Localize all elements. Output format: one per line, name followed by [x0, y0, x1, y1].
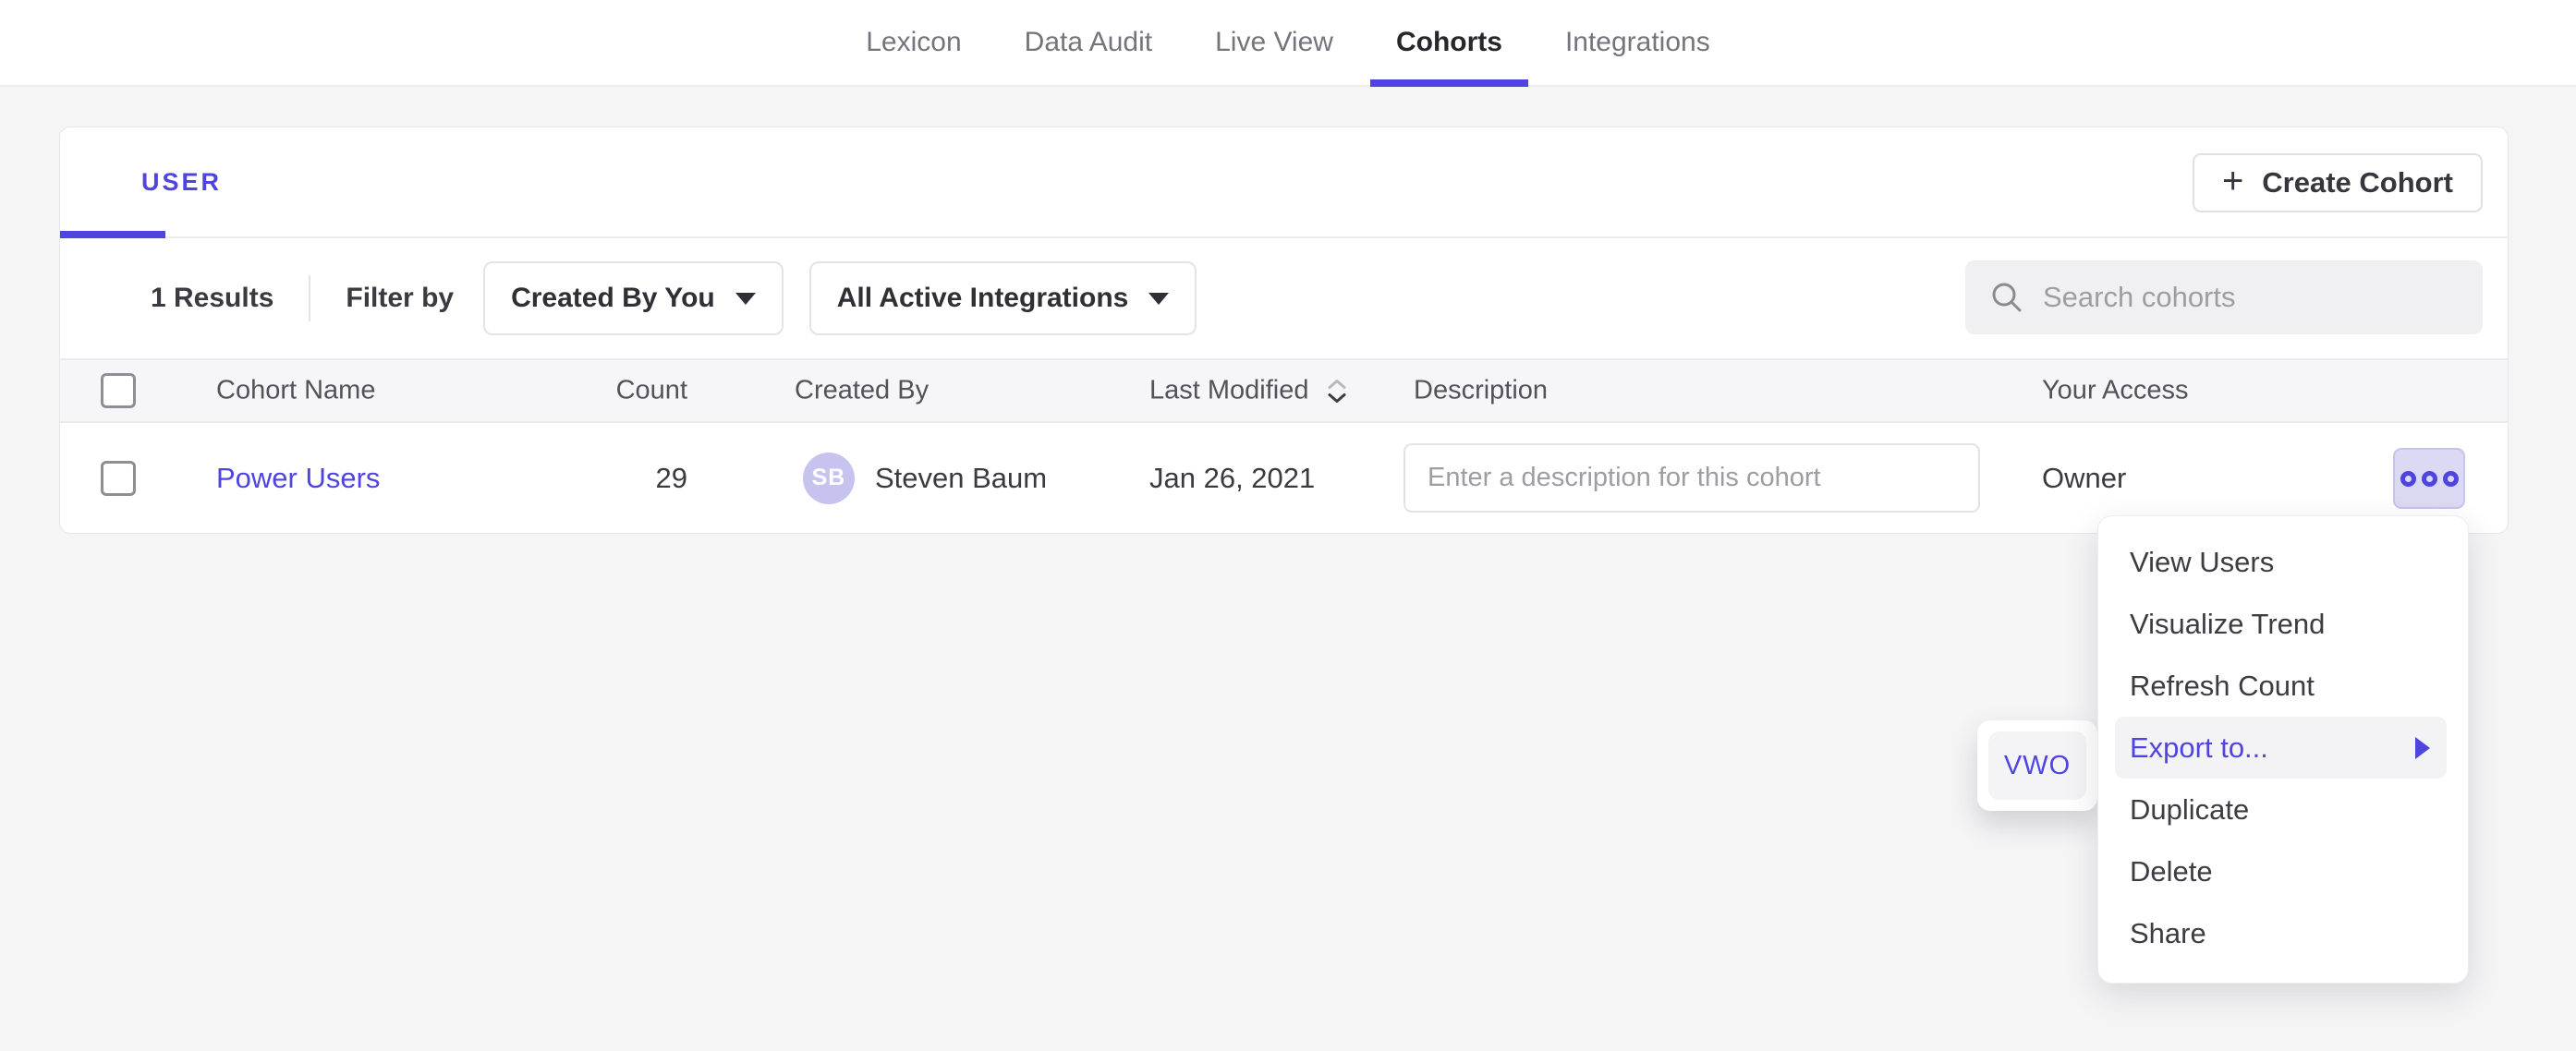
menu-item-export-to-label: Export to... [2130, 731, 2268, 765]
export-vwo-button[interactable]: VWO [1988, 731, 2086, 800]
header-last-modified-sort[interactable]: Last Modified [1149, 376, 1348, 406]
more-options-icon [2422, 471, 2437, 487]
access-value: Owner [2042, 462, 2126, 495]
results-count: 1 Results [151, 283, 273, 314]
cohorts-card: USER + Create Cohort 1 Results Filter by… [59, 127, 2509, 534]
tab-data-audit-label: Data Audit [1025, 27, 1152, 58]
menu-item-view-users[interactable]: View Users [2098, 531, 2468, 593]
row-actions-menu: View Users Visualize Trend Refresh Count… [2097, 515, 2469, 984]
menu-item-share[interactable]: Share [2098, 902, 2468, 964]
header-count: Count [558, 376, 687, 406]
avatar: SB [803, 453, 855, 504]
more-options-icon [2443, 471, 2459, 487]
header-description: Description [1414, 376, 1548, 406]
tab-lexicon-label: Lexicon [866, 27, 961, 58]
more-options-icon [2400, 471, 2416, 487]
tab-integrations[interactable]: Integrations [1534, 0, 1742, 85]
tab-live-view-label: Live View [1215, 27, 1333, 58]
created-by-cell: SB Steven Baum [803, 453, 1047, 504]
created-by-name: Steven Baum [875, 462, 1047, 495]
search-cohorts-input[interactable] [2043, 281, 2459, 314]
select-all-checkbox[interactable] [101, 373, 136, 408]
filter-by-label: Filter by [346, 283, 454, 314]
menu-item-refresh-count[interactable]: Refresh Count [2098, 655, 2468, 717]
menu-item-export-to[interactable]: Export to... [2115, 717, 2447, 779]
tab-live-view[interactable]: Live View [1184, 0, 1365, 85]
cohort-type-tab-row: USER + Create Cohort [60, 127, 2508, 238]
vertical-divider [309, 275, 310, 321]
integrations-filter-value: All Active Integrations [837, 283, 1129, 314]
chevron-down-icon [1148, 293, 1169, 305]
plus-icon: + [2222, 163, 2243, 199]
chevron-down-icon [735, 293, 756, 305]
tab-lexicon[interactable]: Lexicon [834, 0, 992, 85]
user-tab-underline [60, 231, 165, 238]
search-icon [1989, 280, 2024, 315]
header-cohort-name: Cohort Name [216, 376, 375, 406]
cohort-name-link[interactable]: Power Users [216, 462, 380, 495]
filter-row: 1 Results Filter by Created By You All A… [60, 238, 2508, 358]
active-tab-underline [1370, 79, 1528, 87]
menu-item-visualize-trend[interactable]: Visualize Trend [2098, 593, 2468, 655]
table-header-row: Cohort Name Count Created By Last Modifi… [60, 358, 2508, 423]
header-created-by: Created By [795, 376, 929, 406]
tab-cohorts-label: Cohorts [1396, 27, 1502, 58]
tab-user[interactable]: USER [141, 168, 222, 197]
integrations-filter-dropdown[interactable]: All Active Integrations [809, 261, 1197, 335]
top-navigation-bar: Lexicon Data Audit Live View Cohorts Int… [0, 0, 2576, 87]
header-your-access: Your Access [2042, 376, 2189, 406]
description-input[interactable] [1403, 443, 1980, 513]
header-last-modified-label: Last Modified [1149, 376, 1309, 406]
export-submenu: VWO [1977, 720, 2097, 811]
search-cohorts-box [1965, 260, 2483, 334]
create-cohort-button[interactable]: + Create Cohort [2193, 153, 2483, 212]
row-actions-button[interactable] [2393, 448, 2465, 509]
menu-item-delete[interactable]: Delete [2098, 840, 2468, 902]
cohort-count: 29 [558, 462, 687, 495]
create-cohort-label: Create Cohort [2262, 166, 2453, 199]
tab-data-audit[interactable]: Data Audit [993, 0, 1184, 85]
tab-cohorts[interactable]: Cohorts [1365, 0, 1534, 85]
top-nav: Lexicon Data Audit Live View Cohorts Int… [834, 0, 1741, 85]
menu-item-duplicate[interactable]: Duplicate [2098, 779, 2468, 840]
tab-integrations-label: Integrations [1565, 27, 1710, 58]
sort-arrows-icon [1326, 378, 1348, 404]
row-checkbox[interactable] [101, 461, 136, 496]
created-by-filter-value: Created By You [511, 283, 715, 314]
created-by-filter-dropdown[interactable]: Created By You [483, 261, 784, 335]
submenu-arrow-icon [2415, 737, 2430, 759]
last-modified-date: Jan 26, 2021 [1149, 462, 1315, 495]
